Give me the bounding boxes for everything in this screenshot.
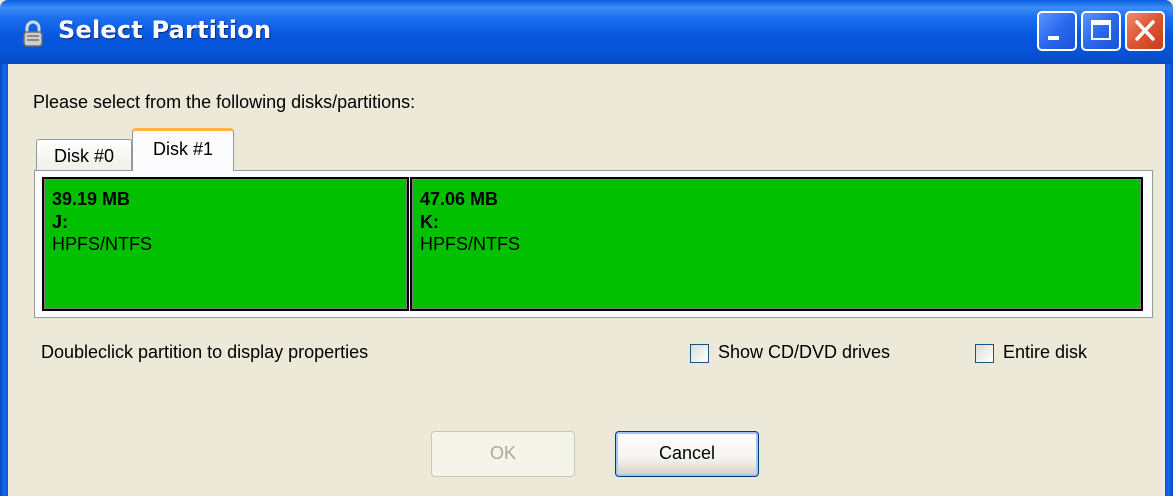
lock-icon xyxy=(22,20,44,48)
partition-k[interactable]: 47.06 MB K: HPFS/NTFS xyxy=(410,177,1143,311)
cancel-button[interactable]: Cancel xyxy=(615,431,759,477)
show-cd-dvd-label[interactable]: Show CD/DVD drives xyxy=(718,342,890,363)
partition-size: 39.19 MB xyxy=(52,189,131,209)
partition-panel: 39.19 MB J: HPFS/NTFS 47.06 MB K: HPFS/N… xyxy=(34,170,1153,318)
maximize-button[interactable] xyxy=(1081,11,1121,51)
entire-disk-label[interactable]: Entire disk xyxy=(1003,342,1087,363)
partition-filesystem: HPFS/NTFS xyxy=(420,234,521,254)
select-partition-dialog: Select Partition Please select from the … xyxy=(0,0,1173,496)
show-cd-dvd-checkbox[interactable] xyxy=(690,344,709,363)
partition-j[interactable]: 39.19 MB J: HPFS/NTFS xyxy=(42,177,409,311)
partition-filesystem: HPFS/NTFS xyxy=(52,234,153,254)
entire-disk-checkbox[interactable] xyxy=(975,344,994,363)
window-frame-left xyxy=(0,64,8,496)
minimize-icon xyxy=(1048,36,1059,40)
doubleclick-hint: Doubleclick partition to display propert… xyxy=(41,342,369,362)
close-button[interactable] xyxy=(1125,11,1165,51)
partition-size: 47.06 MB xyxy=(420,189,499,209)
window-title: Select Partition xyxy=(58,16,272,44)
partition-drive-letter: K: xyxy=(420,212,439,232)
window-frame-right xyxy=(1165,64,1173,496)
title-bar[interactable]: Select Partition xyxy=(0,0,1173,64)
tab-disk-0[interactable]: Disk #0 xyxy=(36,139,132,171)
close-icon xyxy=(1135,20,1155,41)
minimize-button[interactable] xyxy=(1037,11,1077,51)
ok-button[interactable]: OK xyxy=(431,431,575,477)
maximize-icon xyxy=(1091,20,1111,40)
partition-drive-letter: J: xyxy=(52,212,69,232)
instruction-text: Please select from the following disks/p… xyxy=(33,92,416,112)
tab-disk-1[interactable]: Disk #1 xyxy=(132,128,234,171)
